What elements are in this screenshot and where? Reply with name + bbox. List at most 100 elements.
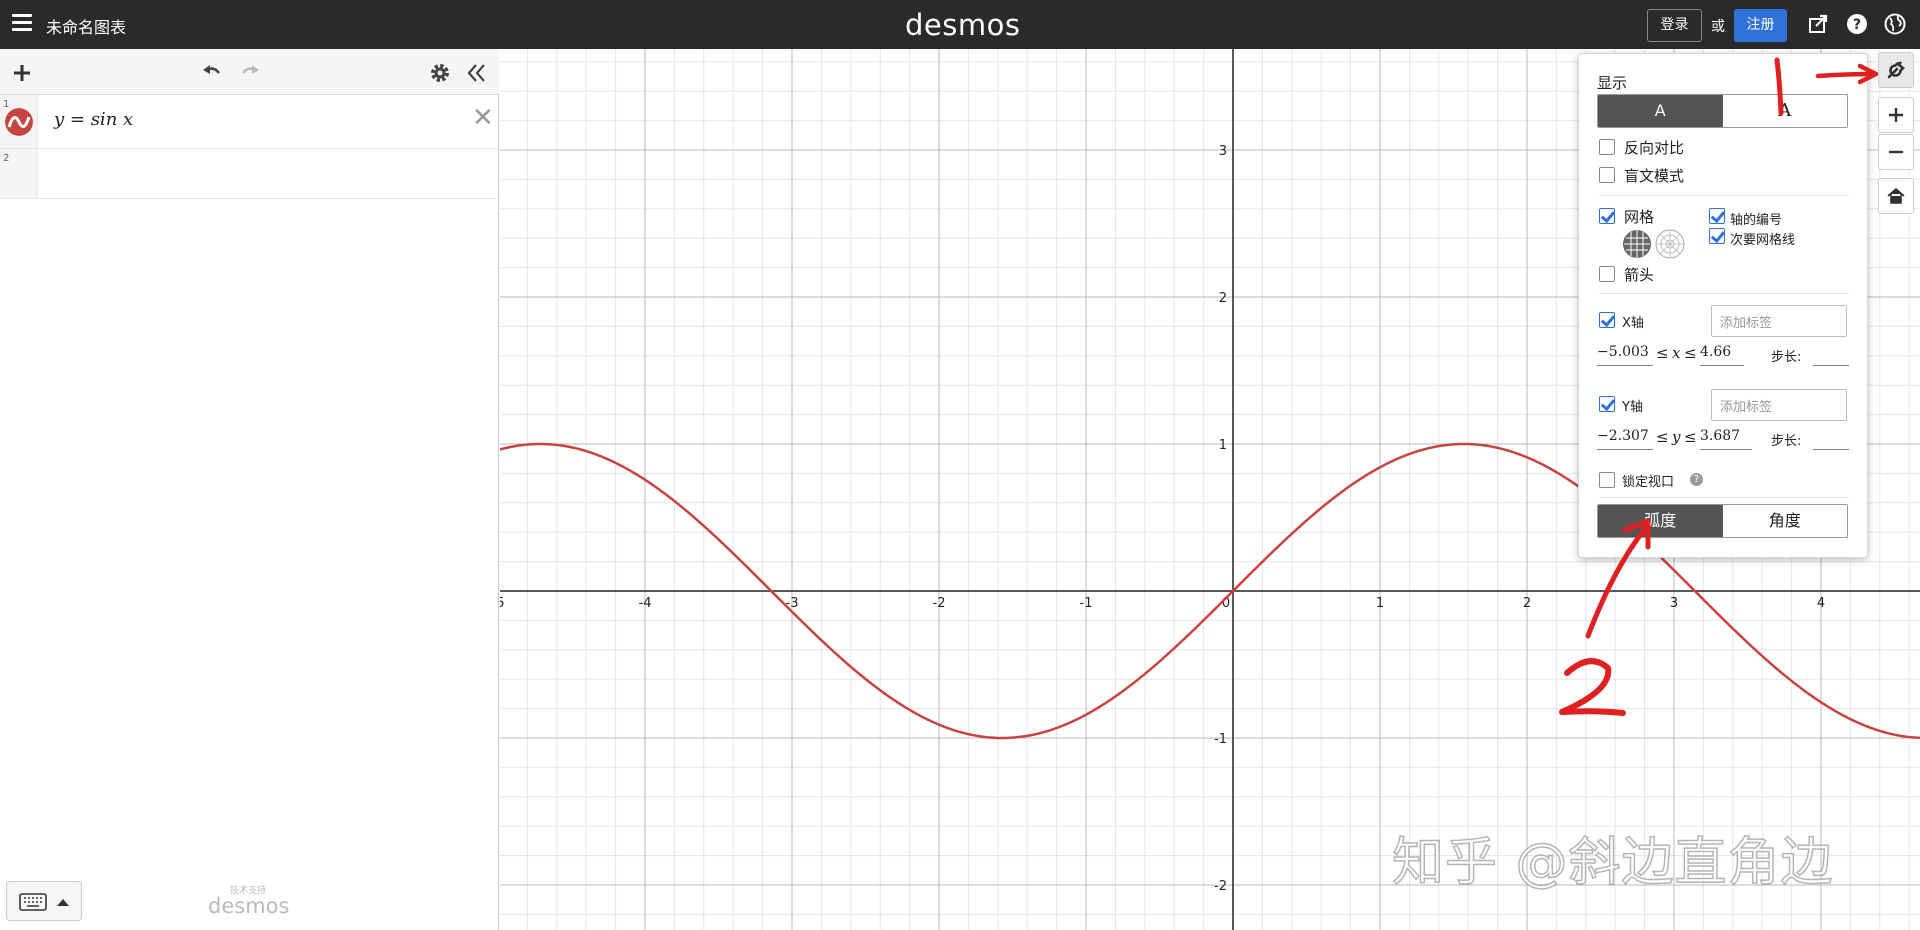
axis-numbers-label: 轴的编号 [1730, 213, 1783, 228]
x-tick-label: -4 [639, 596, 652, 611]
expression-index: 2 [0, 149, 38, 198]
gear-icon[interactable] [428, 61, 452, 85]
x-axis-label-input[interactable]: 添加标签 [1711, 305, 1847, 337]
globe-icon[interactable] [1884, 13, 1906, 35]
y-step-input[interactable] [1813, 428, 1849, 450]
x-tick-label: -1 [1080, 596, 1093, 611]
share-icon[interactable] [1807, 13, 1829, 35]
home-icon [1887, 188, 1905, 204]
y-variable: y [1672, 428, 1681, 446]
expression-row-empty[interactable]: 2 [0, 149, 499, 199]
font-option-sans[interactable]: A [1598, 95, 1723, 127]
minus-icon [1889, 150, 1903, 154]
radians-option[interactable]: 弧度 [1598, 505, 1723, 537]
arrows-checkbox[interactable] [1599, 266, 1615, 282]
minor-gridlines-checkbox[interactable] [1709, 228, 1725, 244]
svg-text:?: ? [1853, 17, 1861, 33]
x-step-input[interactable] [1813, 344, 1849, 366]
x-max-input[interactable]: 4.66 [1700, 344, 1744, 366]
undo-icon[interactable] [200, 61, 224, 85]
axis-numbers-checkbox[interactable] [1709, 208, 1725, 224]
y-min-input[interactable]: −2.307 [1597, 428, 1653, 450]
x-tick-label: -2 [933, 596, 946, 611]
braille-mode-checkbox[interactable] [1599, 167, 1615, 183]
keyboard-toggle-button[interactable] [6, 881, 82, 921]
divider [1599, 195, 1849, 196]
arrows-label: 箭头 [1624, 266, 1655, 284]
zoom-out-button[interactable] [1878, 134, 1914, 170]
menu-icon[interactable] [12, 14, 32, 32]
x-step-label: 步长: [1771, 350, 1802, 365]
y-tick-label: 3 [1219, 144, 1227, 159]
lock-viewport-checkbox[interactable] [1599, 472, 1615, 488]
expression-row[interactable]: 1 y = sin x ✕ [0, 95, 499, 149]
le-symbol: ≤ [1684, 344, 1697, 362]
cartesian-grid-icon[interactable] [1622, 229, 1652, 259]
desmos-app: 未命名图表 desmos 登录 或 注册 ? 1 y = sin x ✕ 2 技… [0, 0, 1920, 930]
font-option-serif[interactable]: A [1723, 95, 1848, 127]
x-tick-label: 1 [1376, 596, 1384, 611]
minor-gridlines-label: 次要网格线 [1730, 233, 1796, 248]
delete-expression-icon[interactable]: ✕ [472, 103, 494, 133]
powered-by-brand: desmos [208, 894, 290, 918]
grid-checkbox[interactable] [1599, 208, 1615, 224]
expression-panel: 1 y = sin x ✕ 2 技术支持 desmos [0, 49, 499, 930]
x-tick-label: -5 [500, 596, 504, 611]
le-symbol: ≤ [1684, 428, 1697, 446]
graph-settings-button[interactable] [1878, 52, 1914, 88]
powered-by[interactable]: 技术支持 desmos [208, 883, 290, 918]
degrees-option[interactable]: 角度 [1723, 505, 1848, 537]
watermark: 知乎 @斜边直角边 [1391, 832, 1834, 894]
graph-title[interactable]: 未命名图表 [46, 14, 126, 38]
expression-toolbar [0, 49, 499, 95]
help-icon[interactable]: ? [1846, 13, 1868, 35]
default-viewport-button[interactable] [1878, 178, 1914, 214]
inverse-contrast-label: 反向对比 [1624, 139, 1685, 157]
y-max-input[interactable]: 3.687 [1700, 428, 1752, 450]
help-icon[interactable]: ? [1690, 473, 1703, 486]
x-axis-label: X轴 [1622, 316, 1644, 331]
grid-label: 网格 [1624, 208, 1655, 226]
wrench-icon [1887, 61, 1905, 79]
expression-formula[interactable]: y = sin x [54, 109, 133, 130]
x-tick-label: 4 [1817, 596, 1825, 611]
le-symbol: ≤ [1656, 428, 1669, 446]
polar-grid-icon[interactable] [1655, 229, 1685, 259]
redo-icon[interactable] [238, 61, 262, 85]
y-axis-checkbox[interactable] [1599, 396, 1615, 412]
x-axis-checkbox[interactable] [1599, 312, 1615, 328]
or-label: 或 [1711, 19, 1725, 35]
collapse-panel-icon[interactable] [465, 61, 489, 85]
angle-mode-toggle: 弧度 角度 [1597, 504, 1848, 538]
plus-icon [1889, 108, 1903, 122]
y-tick-label: -1 [1214, 732, 1227, 747]
expression-color-icon[interactable] [5, 108, 33, 136]
y-tick-label: -2 [1214, 879, 1227, 894]
top-bar: 未命名图表 desmos 登录 或 注册 ? [0, 0, 1920, 49]
graph-settings-panel: 显示 A A 反向对比 盲文模式 网格 轴的编号 次要网格线 箭头 X轴 添加标… [1578, 53, 1868, 558]
x-min-input[interactable]: −5.003 [1597, 344, 1653, 366]
x-tick-label: 3 [1670, 596, 1678, 611]
y-step-label: 步长: [1771, 434, 1802, 449]
caret-up-icon [57, 899, 69, 906]
lock-viewport-label: 锁定视口 [1622, 475, 1675, 490]
le-symbol: ≤ [1656, 344, 1669, 362]
display-label: 显示 [1597, 74, 1628, 92]
zoom-in-button[interactable] [1878, 97, 1914, 133]
font-size-toggle: A A [1597, 94, 1848, 128]
braille-mode-label: 盲文模式 [1624, 167, 1685, 185]
y-axis-label-input[interactable]: 添加标签 [1711, 389, 1847, 421]
desmos-logo: desmos [905, 8, 1021, 42]
add-item-icon[interactable] [10, 61, 34, 85]
inverse-contrast-checkbox[interactable] [1599, 139, 1615, 155]
divider [1599, 293, 1849, 294]
signup-button[interactable]: 注册 [1734, 9, 1787, 42]
keyboard-icon [19, 893, 47, 911]
divider [1599, 497, 1849, 498]
y-tick-label: 2 [1219, 291, 1227, 306]
login-button[interactable]: 登录 [1647, 9, 1702, 42]
x-tick-label: 2 [1523, 596, 1531, 611]
y-axis-label: Y轴 [1622, 400, 1643, 415]
y-tick-label: 1 [1219, 438, 1227, 453]
x-variable: x [1672, 344, 1681, 362]
